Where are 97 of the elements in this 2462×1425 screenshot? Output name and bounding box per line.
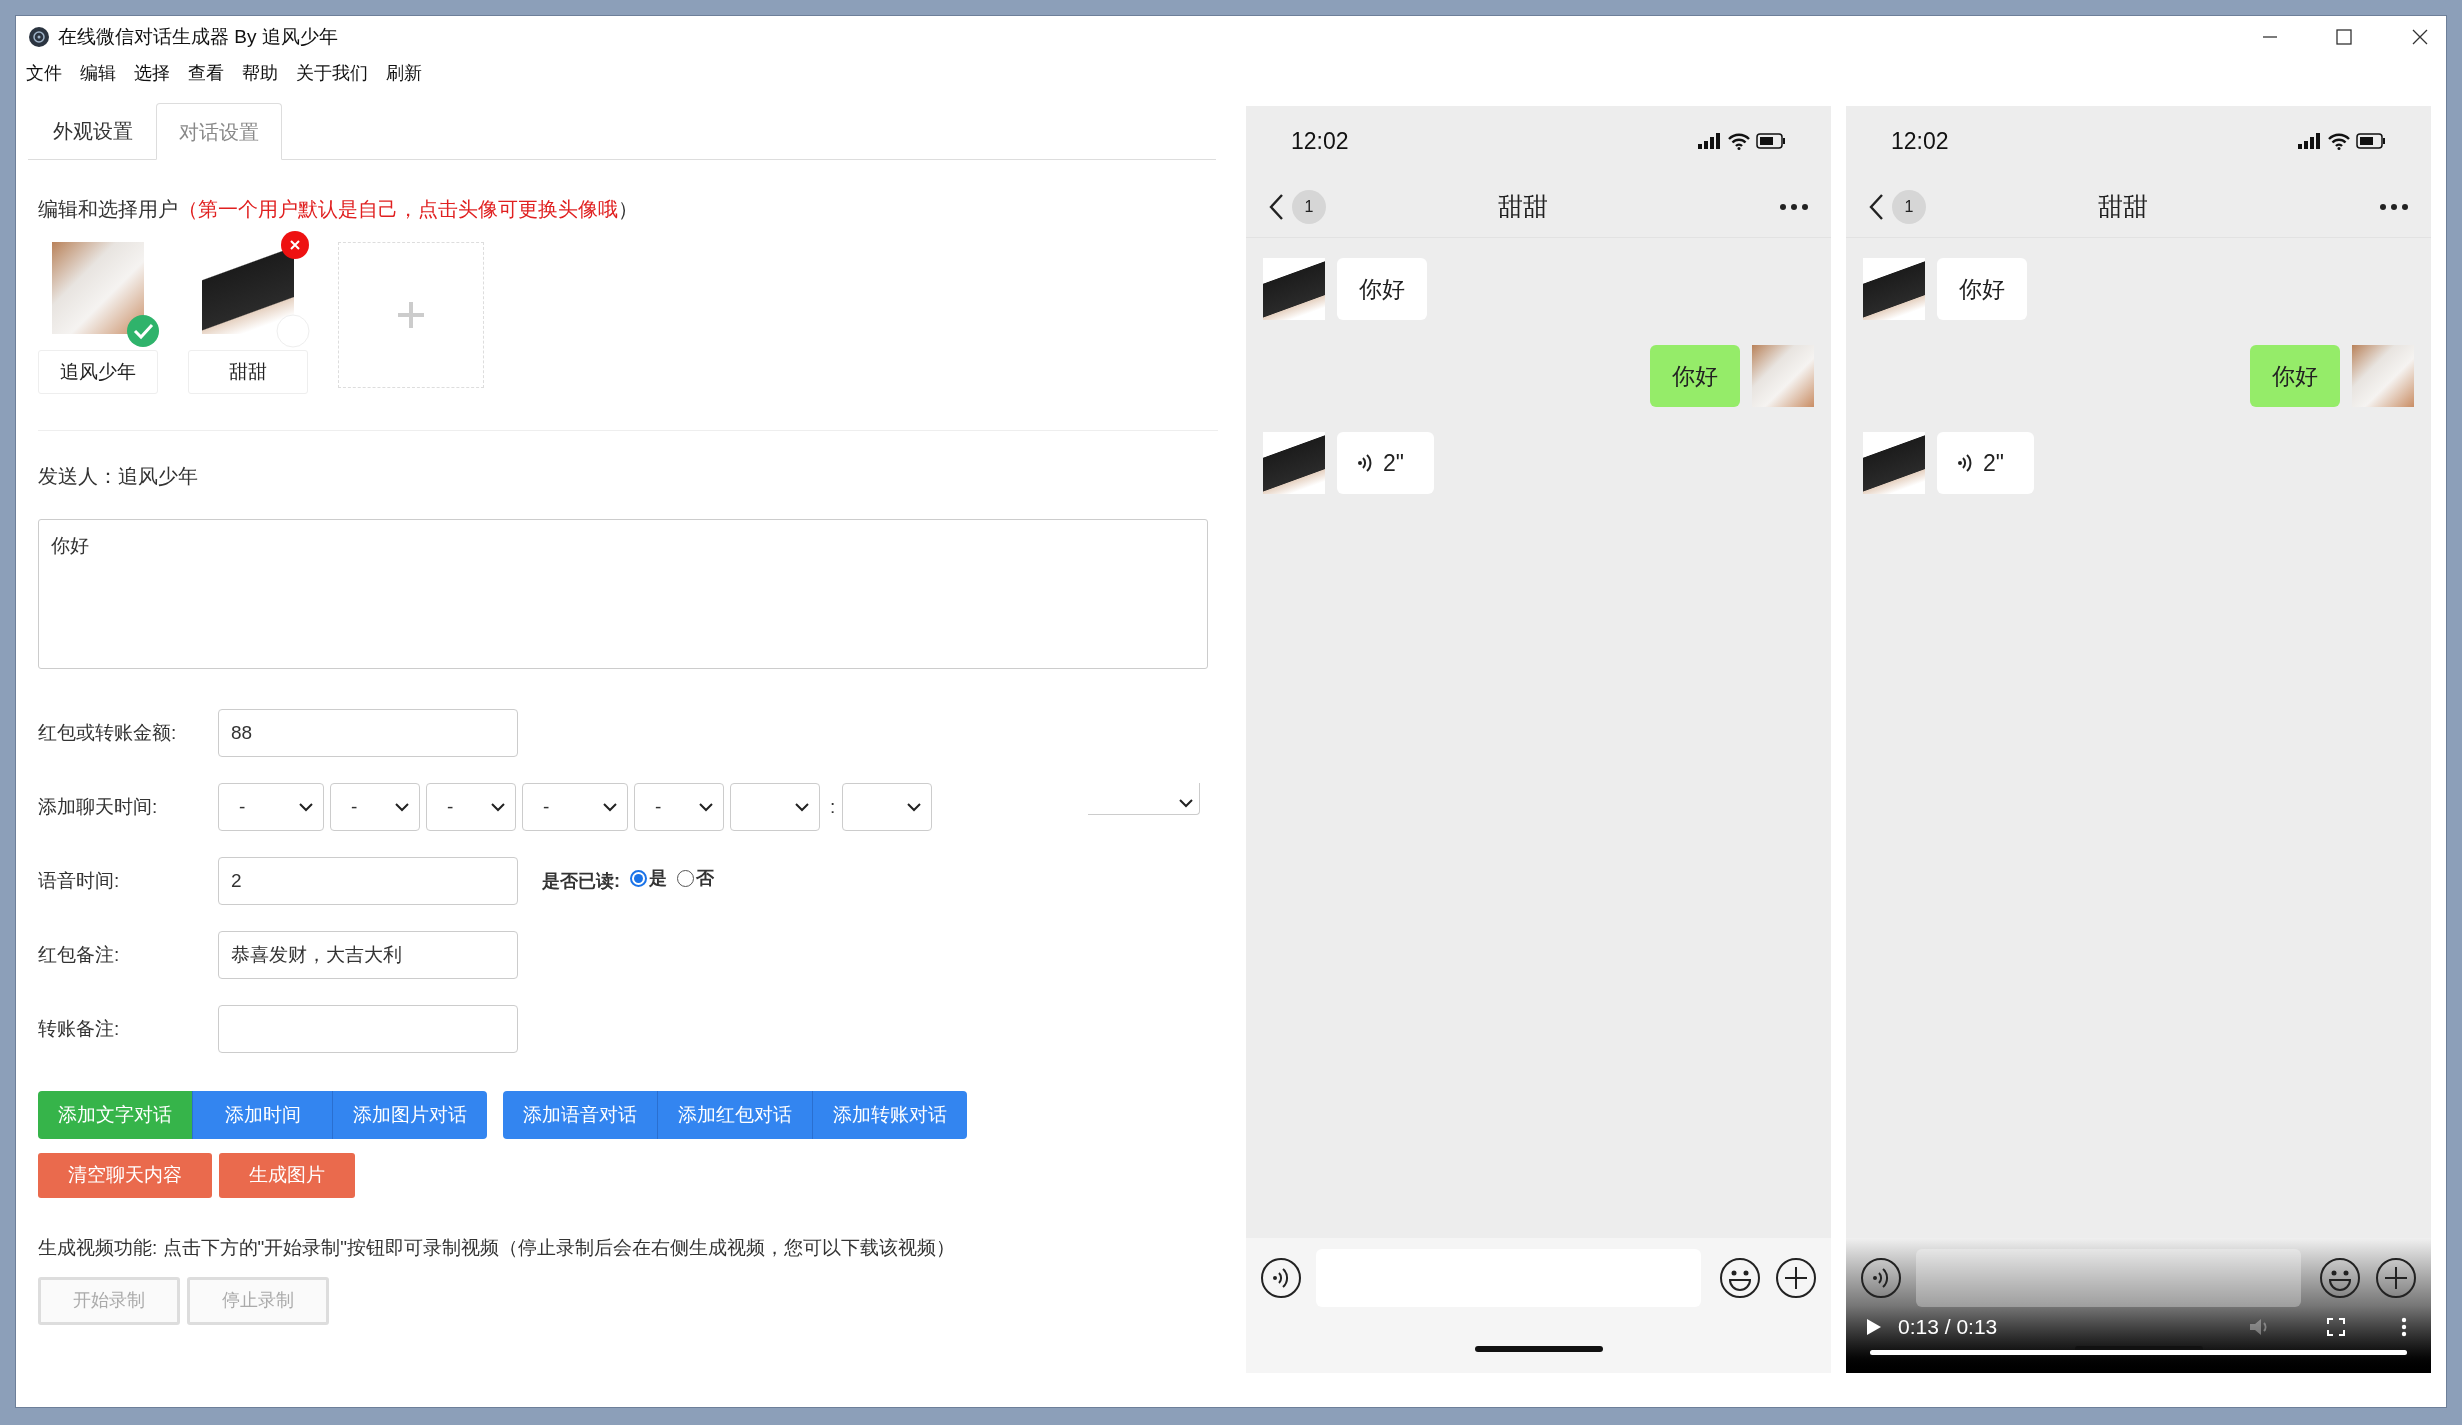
avatar-photo xyxy=(2352,345,2414,407)
avatar-photo xyxy=(1263,258,1325,320)
bracket-text: ） xyxy=(618,197,638,222)
menu-item[interactable]: 查看 xyxy=(188,59,224,87)
emoji-icon[interactable] xyxy=(2319,1257,2361,1299)
message-bubble: 你好 xyxy=(2250,345,2340,407)
avatar-photo xyxy=(1263,432,1325,494)
voice-icon xyxy=(1957,452,1973,474)
add-user-tile[interactable] xyxy=(338,242,484,388)
plus-icon xyxy=(396,300,426,330)
hint-text: （第一个用户默认是自己，点击头像可更换头像哦 xyxy=(178,197,618,222)
unread-badge: 1 xyxy=(1892,189,1926,224)
action-button[interactable]: 添加图片对话 xyxy=(332,1091,487,1139)
message-bubble: 你好 xyxy=(1937,258,2027,320)
emoji-icon[interactable] xyxy=(1719,1257,1761,1299)
action-button[interactable]: 添加语音对话 xyxy=(503,1091,657,1139)
avatar-photo xyxy=(1863,432,1925,494)
avatar-photo xyxy=(1752,345,1814,407)
text-field[interactable] xyxy=(218,1005,518,1053)
voice-duration: 2" xyxy=(1983,448,2005,478)
menu-item[interactable]: 选择 xyxy=(134,59,170,87)
voice-mode-icon[interactable] xyxy=(1860,1257,1902,1299)
maximize-icon[interactable] xyxy=(2336,29,2352,45)
video-time: 0:13 / 0:13 xyxy=(1898,1314,1998,1341)
menu-item[interactable]: 帮助 xyxy=(242,59,278,87)
window-title: 在线微信对话生成器 By 追风少年 xyxy=(58,24,338,49)
time-select[interactable]: - xyxy=(330,783,420,831)
user-name[interactable]: 追风少年 xyxy=(38,350,158,394)
battery-icon xyxy=(1756,133,1786,149)
message-bubble: 你好 xyxy=(1337,258,1427,320)
read-label: 是否已读: xyxy=(542,869,620,893)
time-select[interactable]: - xyxy=(426,783,516,831)
wifi-icon xyxy=(1728,132,1750,150)
separator-text: : xyxy=(830,794,837,819)
video-note: 生成视频功能: 点击下方的"开始录制"按钮即可录制视频（停止录制后会在右侧生成视频，您可以下载该视频） xyxy=(38,1236,957,1260)
plus-circle-icon[interactable] xyxy=(1775,1257,1817,1299)
voice-duration: 2" xyxy=(1383,448,1405,478)
radio-option[interactable]: 是 xyxy=(630,864,667,892)
action-button[interactable]: 添加红包对话 xyxy=(657,1091,812,1139)
voice-icon xyxy=(1357,452,1373,474)
back-icon[interactable] xyxy=(1268,192,1284,221)
time-select[interactable]: - xyxy=(522,783,628,831)
chevron-down-icon xyxy=(699,802,713,812)
field-label: 红包备注: xyxy=(38,942,121,967)
action-button[interactable]: 添加转账对话 xyxy=(812,1091,967,1139)
chevron-down-icon xyxy=(603,802,617,812)
close-icon[interactable] xyxy=(2412,29,2428,45)
unread-badge: 1 xyxy=(1292,189,1326,224)
chat-title: 甜甜 xyxy=(1496,190,1549,222)
status-time: 12:02 xyxy=(1891,126,1949,156)
text-field[interactable]: 88 xyxy=(218,709,518,757)
remove-icon[interactable] xyxy=(280,230,310,260)
time-select[interactable]: - xyxy=(218,783,324,831)
field-label: 红包或转账金额: xyxy=(38,720,178,745)
app-logo-icon xyxy=(28,26,50,48)
play-icon[interactable] xyxy=(1866,1318,1882,1336)
check-icon[interactable] xyxy=(126,314,160,348)
wifi-icon xyxy=(2328,132,2350,150)
message-bubble: 你好 xyxy=(1650,345,1740,407)
chevron-down-icon xyxy=(299,802,313,812)
time-select[interactable]: - xyxy=(634,783,724,831)
message-field[interactable]: 你好 xyxy=(38,519,1208,669)
plus-circle-icon[interactable] xyxy=(2375,1257,2417,1299)
text-field[interactable]: 恭喜发财，大吉大利 xyxy=(218,931,518,979)
action-button[interactable]: 添加时间 xyxy=(192,1091,332,1139)
more-vertical-icon[interactable] xyxy=(2401,1317,2407,1337)
avatar-photo xyxy=(1863,258,1925,320)
chevron-down-icon xyxy=(1179,798,1193,808)
field-label: 转账备注: xyxy=(38,1016,121,1041)
menu-item[interactable]: 关于我们 xyxy=(296,59,368,87)
menu-item[interactable]: 编辑 xyxy=(80,59,116,87)
section-heading: 编辑和选择用户 xyxy=(38,197,178,222)
more-icon[interactable] xyxy=(1779,202,1809,211)
signal-icon xyxy=(1698,133,1722,149)
user-name[interactable]: 甜甜 xyxy=(188,350,308,394)
sender-label: 发送人：追风少年 xyxy=(38,464,199,489)
menu-item[interactable]: 刷新 xyxy=(386,59,422,87)
chevron-down-icon xyxy=(907,802,921,812)
chat-input-field[interactable] xyxy=(1916,1249,2301,1307)
signal-icon xyxy=(2298,133,2322,149)
chat-title: 甜甜 xyxy=(2096,190,2149,222)
chevron-down-icon xyxy=(395,802,409,812)
voice-mode-icon[interactable] xyxy=(1260,1257,1302,1299)
radio-option[interactable]: 否 xyxy=(677,864,714,892)
field-label: 语音时间: xyxy=(38,868,121,893)
fullscreen-icon[interactable] xyxy=(2327,1318,2345,1336)
text-field[interactable]: 2 xyxy=(218,857,518,905)
chevron-down-icon xyxy=(795,802,809,812)
menu-item[interactable]: 文件 xyxy=(26,59,62,87)
chevron-down-icon xyxy=(491,802,505,812)
status-time: 12:02 xyxy=(1291,126,1349,156)
tab[interactable]: 对话设置 xyxy=(156,103,282,160)
back-icon[interactable] xyxy=(1868,192,1884,221)
tab[interactable]: 外观设置 xyxy=(30,103,156,159)
battery-icon xyxy=(2356,133,2386,149)
field-label: 添加聊天时间: xyxy=(38,794,159,819)
more-icon[interactable] xyxy=(2379,202,2409,211)
